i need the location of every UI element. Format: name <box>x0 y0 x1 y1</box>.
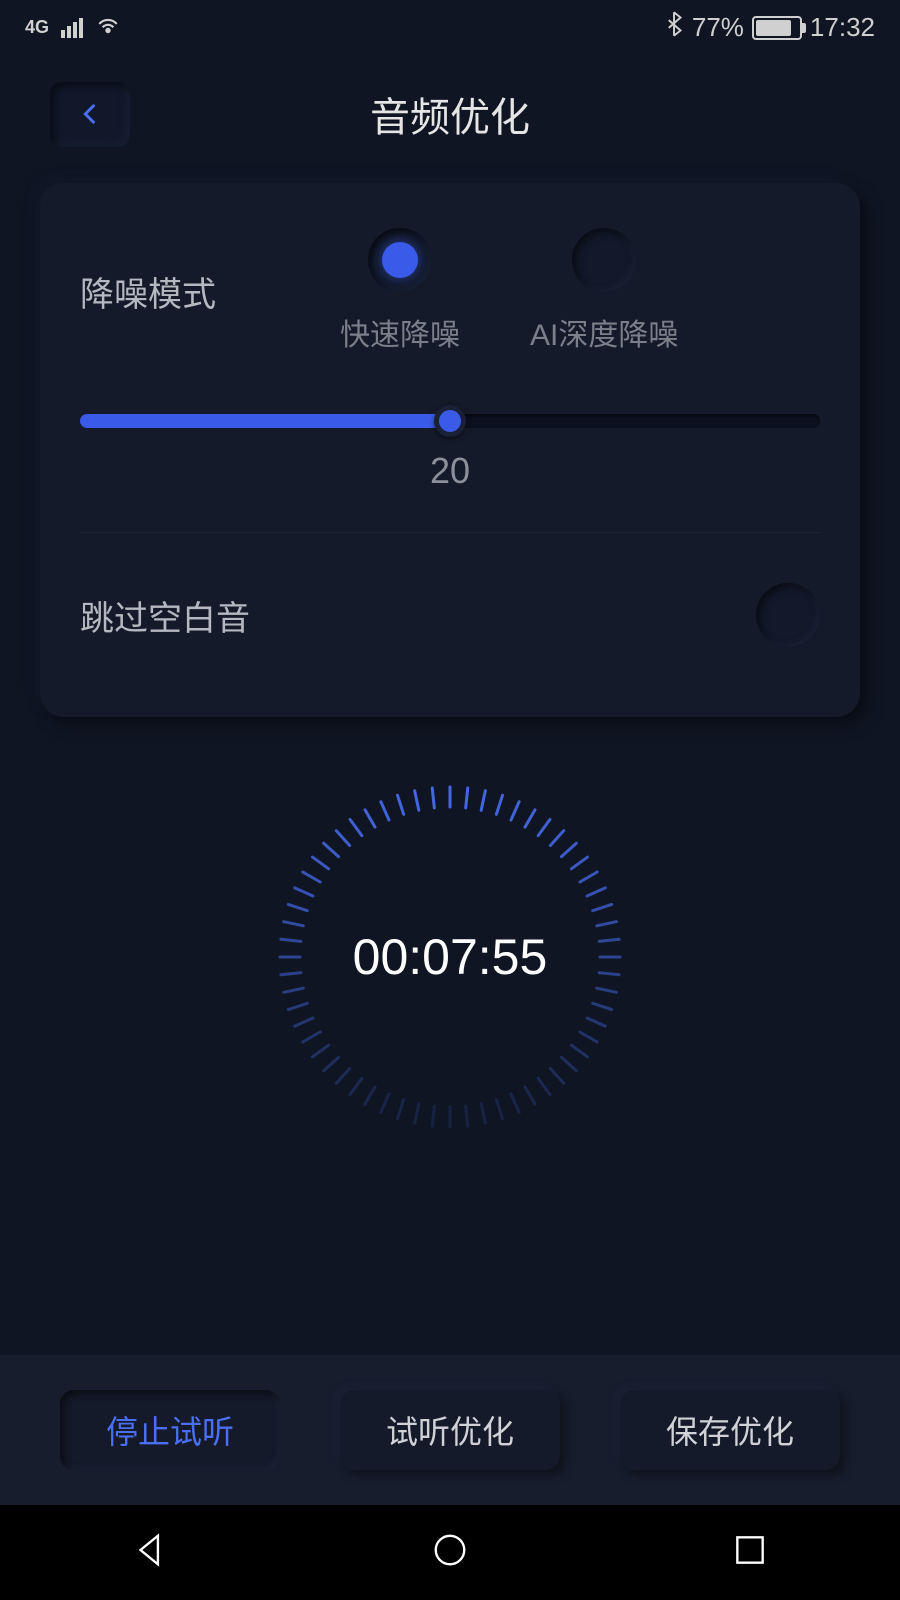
timer-dial: 00:07:55 <box>270 777 630 1137</box>
back-button[interactable] <box>50 82 130 147</box>
nav-home-icon[interactable] <box>431 1531 469 1574</box>
settings-card: 降噪模式 快速降噪 AI深度降噪 20 跳过空白音 <box>40 183 860 717</box>
noise-mode-label: 降噪模式 <box>80 267 280 316</box>
nav-recent-icon[interactable] <box>731 1531 769 1574</box>
battery-percent: 77% <box>692 12 744 43</box>
timer-dial-wrap: 00:07:55 <box>0 777 900 1137</box>
battery-icon <box>752 16 802 40</box>
radio-ai-label: AI深度降噪 <box>530 310 678 354</box>
divider <box>80 532 820 533</box>
slider-thumb[interactable] <box>434 405 466 437</box>
slider-track <box>80 414 820 428</box>
preview-button[interactable]: 试听优化 <box>340 1390 560 1470</box>
noise-mode-radio-group: 快速降噪 AI深度降噪 <box>340 228 678 354</box>
skip-silence-row: 跳过空白音 <box>80 583 820 647</box>
bluetooth-icon <box>664 11 684 44</box>
radio-fast-label: 快速降噪 <box>340 310 460 354</box>
wifi-icon <box>95 11 121 44</box>
timer-display: 00:07:55 <box>353 928 548 986</box>
radio-circle-icon <box>572 228 636 292</box>
network-indicator: 4G <box>25 17 49 38</box>
noise-slider[interactable]: 20 <box>80 414 820 492</box>
save-button[interactable]: 保存优化 <box>620 1390 840 1470</box>
skip-silence-label: 跳过空白音 <box>80 591 250 640</box>
page-title: 音频优化 <box>370 85 530 143</box>
nav-back-icon[interactable] <box>131 1531 169 1574</box>
stop-preview-button[interactable]: 停止试听 <box>60 1390 280 1470</box>
noise-mode-row: 降噪模式 快速降噪 AI深度降噪 <box>80 228 820 354</box>
bottom-action-bar: 停止试听 试听优化 保存优化 <box>0 1355 900 1505</box>
system-nav-bar <box>0 1505 900 1600</box>
clock: 17:32 <box>810 12 875 43</box>
radio-ai-noise[interactable]: AI深度降噪 <box>530 228 678 354</box>
slider-value: 20 <box>80 450 820 492</box>
status-right: 77% 17:32 <box>664 11 875 44</box>
status-bar: 4G 77% 17:32 <box>0 0 900 55</box>
header: 音频优化 <box>0 55 900 173</box>
radio-circle-icon <box>368 228 432 292</box>
skip-silence-toggle[interactable] <box>756 583 820 647</box>
status-left: 4G <box>25 11 121 44</box>
signal-icon <box>61 18 83 38</box>
slider-fill <box>80 414 450 428</box>
radio-fast-noise[interactable]: 快速降噪 <box>340 228 460 354</box>
